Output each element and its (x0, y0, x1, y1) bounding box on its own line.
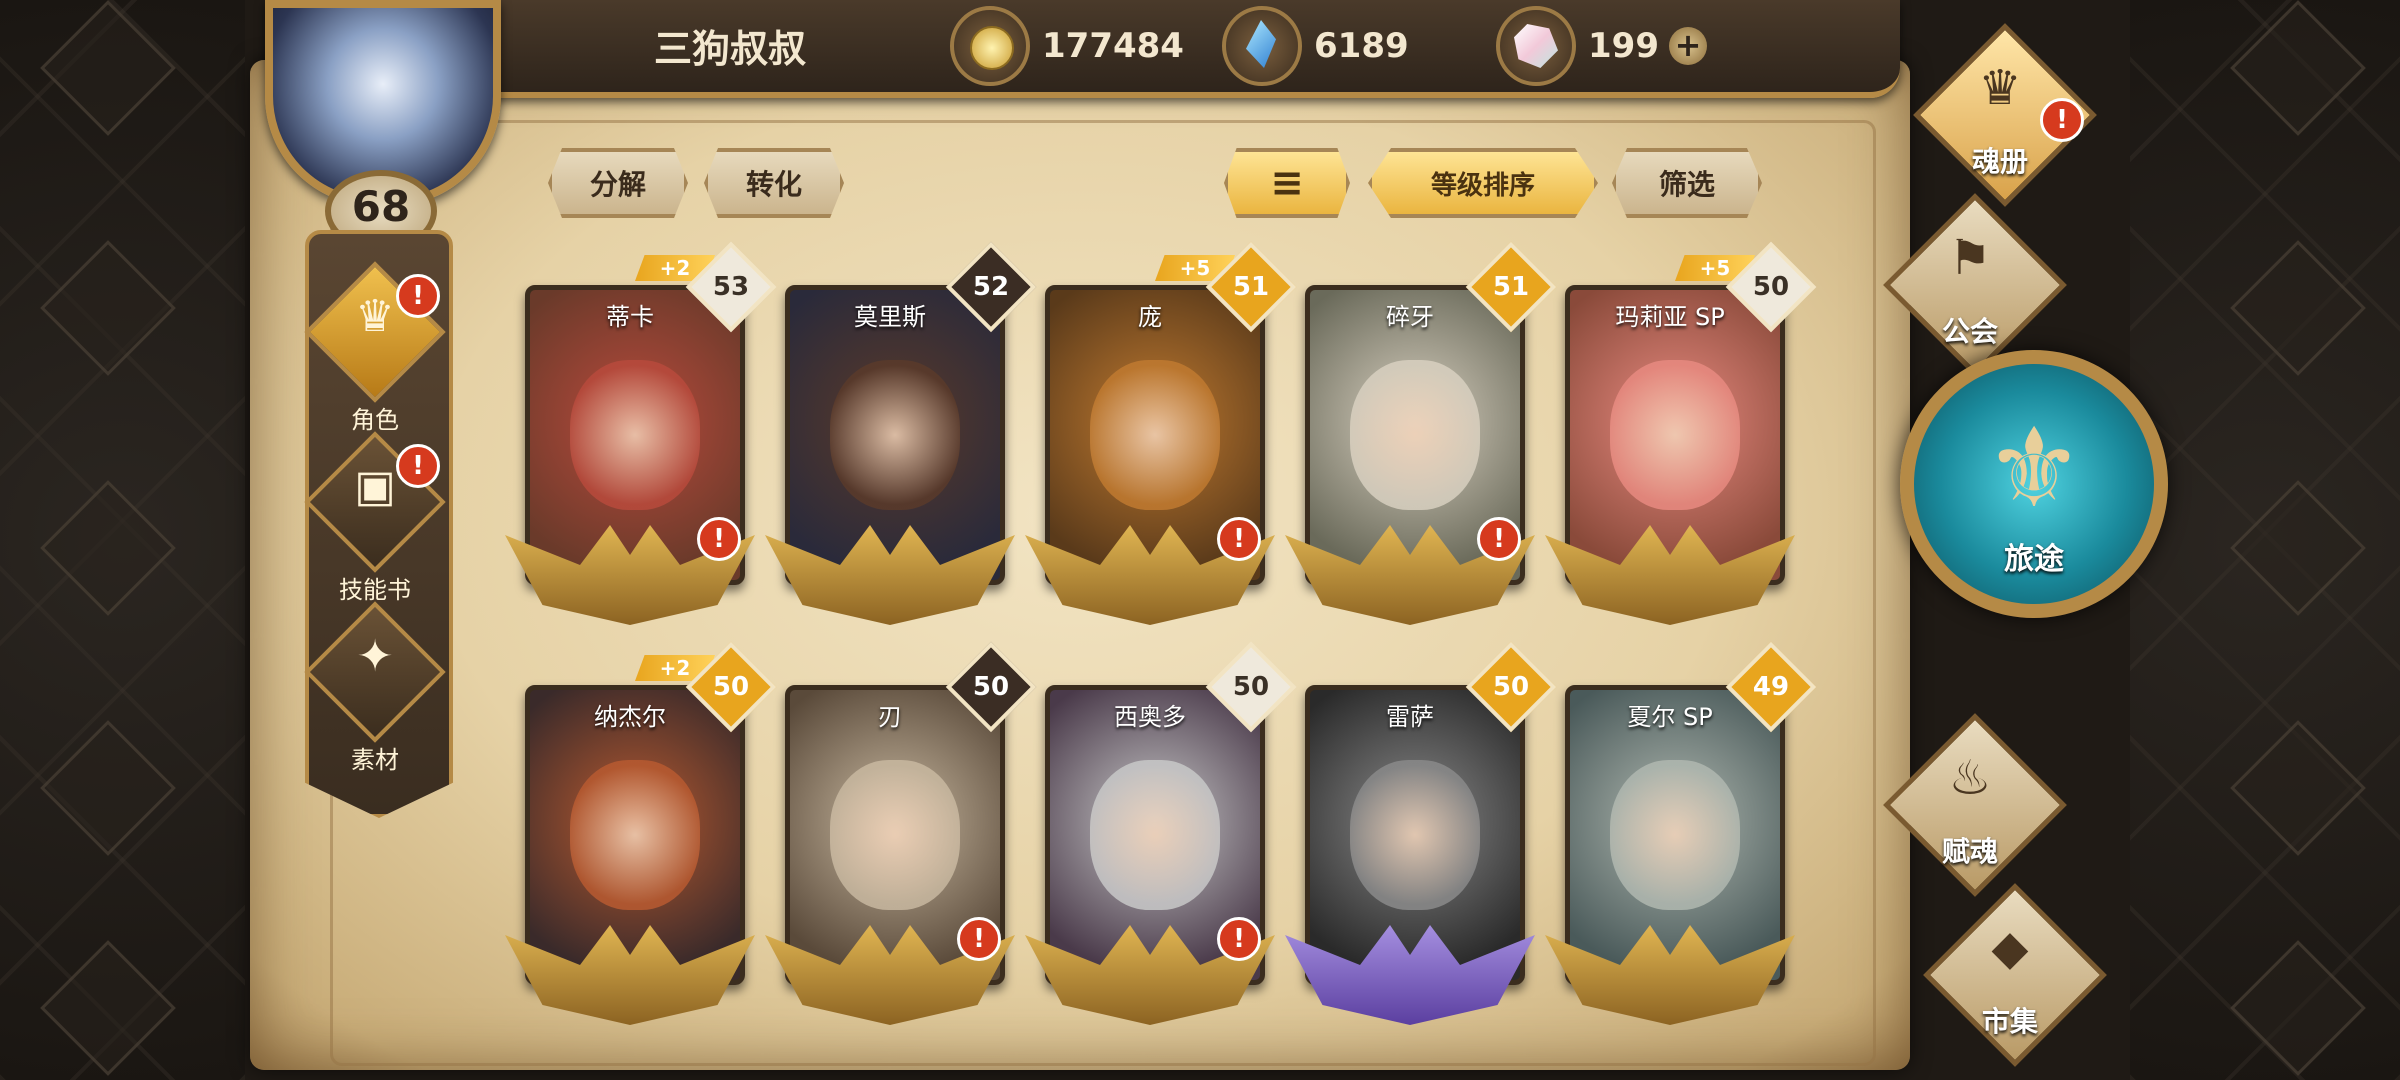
nav-label-materials: 素材 (351, 746, 399, 774)
gem-market-icon: ◆ (1991, 920, 2029, 976)
gold-coin-icon (950, 6, 1030, 86)
sort-lines-icon: ≡ (1270, 160, 1304, 206)
alert-icon: ! (957, 917, 1001, 961)
hero-card[interactable]: 庞 +5 51! (1025, 241, 1297, 625)
guild-button[interactable]: ⚑ 公会 (1870, 193, 2070, 377)
alert-icon: ! (697, 517, 741, 561)
character-crest-icon: ♛ (355, 291, 395, 342)
hero-card[interactable]: 碎牙 51! (1285, 241, 1557, 625)
skill-book-icon: ▣ (354, 461, 396, 512)
nav-label-skill-book: 技能书 (339, 576, 411, 604)
materials-icon: ✦ (356, 631, 394, 682)
add-gem-button[interactable]: + (1668, 27, 1707, 65)
crystal-resource[interactable]: 6189 (1222, 6, 1409, 86)
soul-book-label: 魂册 (1971, 145, 2028, 178)
nav-item-materials[interactable]: ✦ 素材 (304, 601, 446, 775)
blue-crystal-icon (1222, 6, 1302, 86)
journey-emblem-icon: ⚜ (1984, 404, 2084, 532)
sort-order-button[interactable]: ≡ (1224, 148, 1350, 218)
player-avatar-area[interactable]: 68 (240, 0, 510, 252)
hero-card[interactable]: 纳杰尔 +2 50 (505, 641, 777, 1025)
filter-button[interactable]: 筛选 (1612, 148, 1762, 218)
right-wall-decoration (2130, 0, 2400, 1080)
sort-by-level-button[interactable]: 等级排序 (1368, 148, 1598, 218)
soul-book-button[interactable]: ♛ 魂册 ! (1900, 23, 2100, 207)
flame-swirl-icon: ♨ (1948, 750, 1992, 806)
hero-card[interactable]: 蒂卡 +2 53! (505, 241, 777, 625)
nav-item-character[interactable]: ♛ 角色 ! (304, 261, 446, 435)
guild-label: 公会 (1941, 315, 1998, 348)
alert-icon: ! (2040, 98, 2084, 142)
alert-icon: ! (1217, 517, 1261, 561)
left-wall-decoration (0, 0, 245, 1080)
guild-banner-icon: ⚑ (1948, 230, 1992, 286)
hero-card[interactable]: 刃 50! (765, 641, 1037, 1025)
alert-icon: ! (396, 444, 440, 488)
hero-card[interactable]: 玛莉亚 SP +5 50 (1545, 241, 1817, 625)
hero-card[interactable]: 莫里斯 52 (765, 241, 1037, 625)
convert-button[interactable]: 转化 (704, 148, 844, 218)
alert-icon: ! (1217, 917, 1261, 961)
hero-card[interactable]: 夏尔 SP 49 (1545, 641, 1817, 1025)
market-label: 市集 (1981, 1005, 2038, 1038)
gem-value: 199 (1588, 26, 1659, 66)
nav-item-skill-book[interactable]: ▣ 技能书 ! (304, 431, 446, 605)
hero-card[interactable]: 西奥多 50! (1025, 641, 1297, 1025)
endow-soul-button[interactable]: ♨ 赋魂 (1870, 713, 2070, 897)
alert-icon: ! (1477, 517, 1521, 561)
journey-button[interactable]: ⚜ 旅途 (1900, 350, 2168, 618)
endow-soul-label: 赋魂 (1941, 835, 1998, 868)
market-button[interactable]: ◆ 市集 (1910, 883, 2110, 1067)
player-name: 三狗叔叔 (653, 27, 806, 71)
gold-value: 177484 (1042, 26, 1184, 66)
crystal-value: 6189 (1314, 26, 1409, 66)
prism-gem-icon (1496, 6, 1576, 86)
hero-card[interactable]: 雷萨 50 (1285, 641, 1557, 1025)
alert-icon: ! (396, 274, 440, 318)
journey-label: 旅途 (2004, 542, 2064, 577)
gem-resource[interactable]: 199 + (1496, 6, 1707, 86)
nav-label-character: 角色 (351, 406, 399, 434)
gold-resource[interactable]: 177484 (950, 6, 1184, 86)
decompose-button[interactable]: 分解 (548, 148, 688, 218)
